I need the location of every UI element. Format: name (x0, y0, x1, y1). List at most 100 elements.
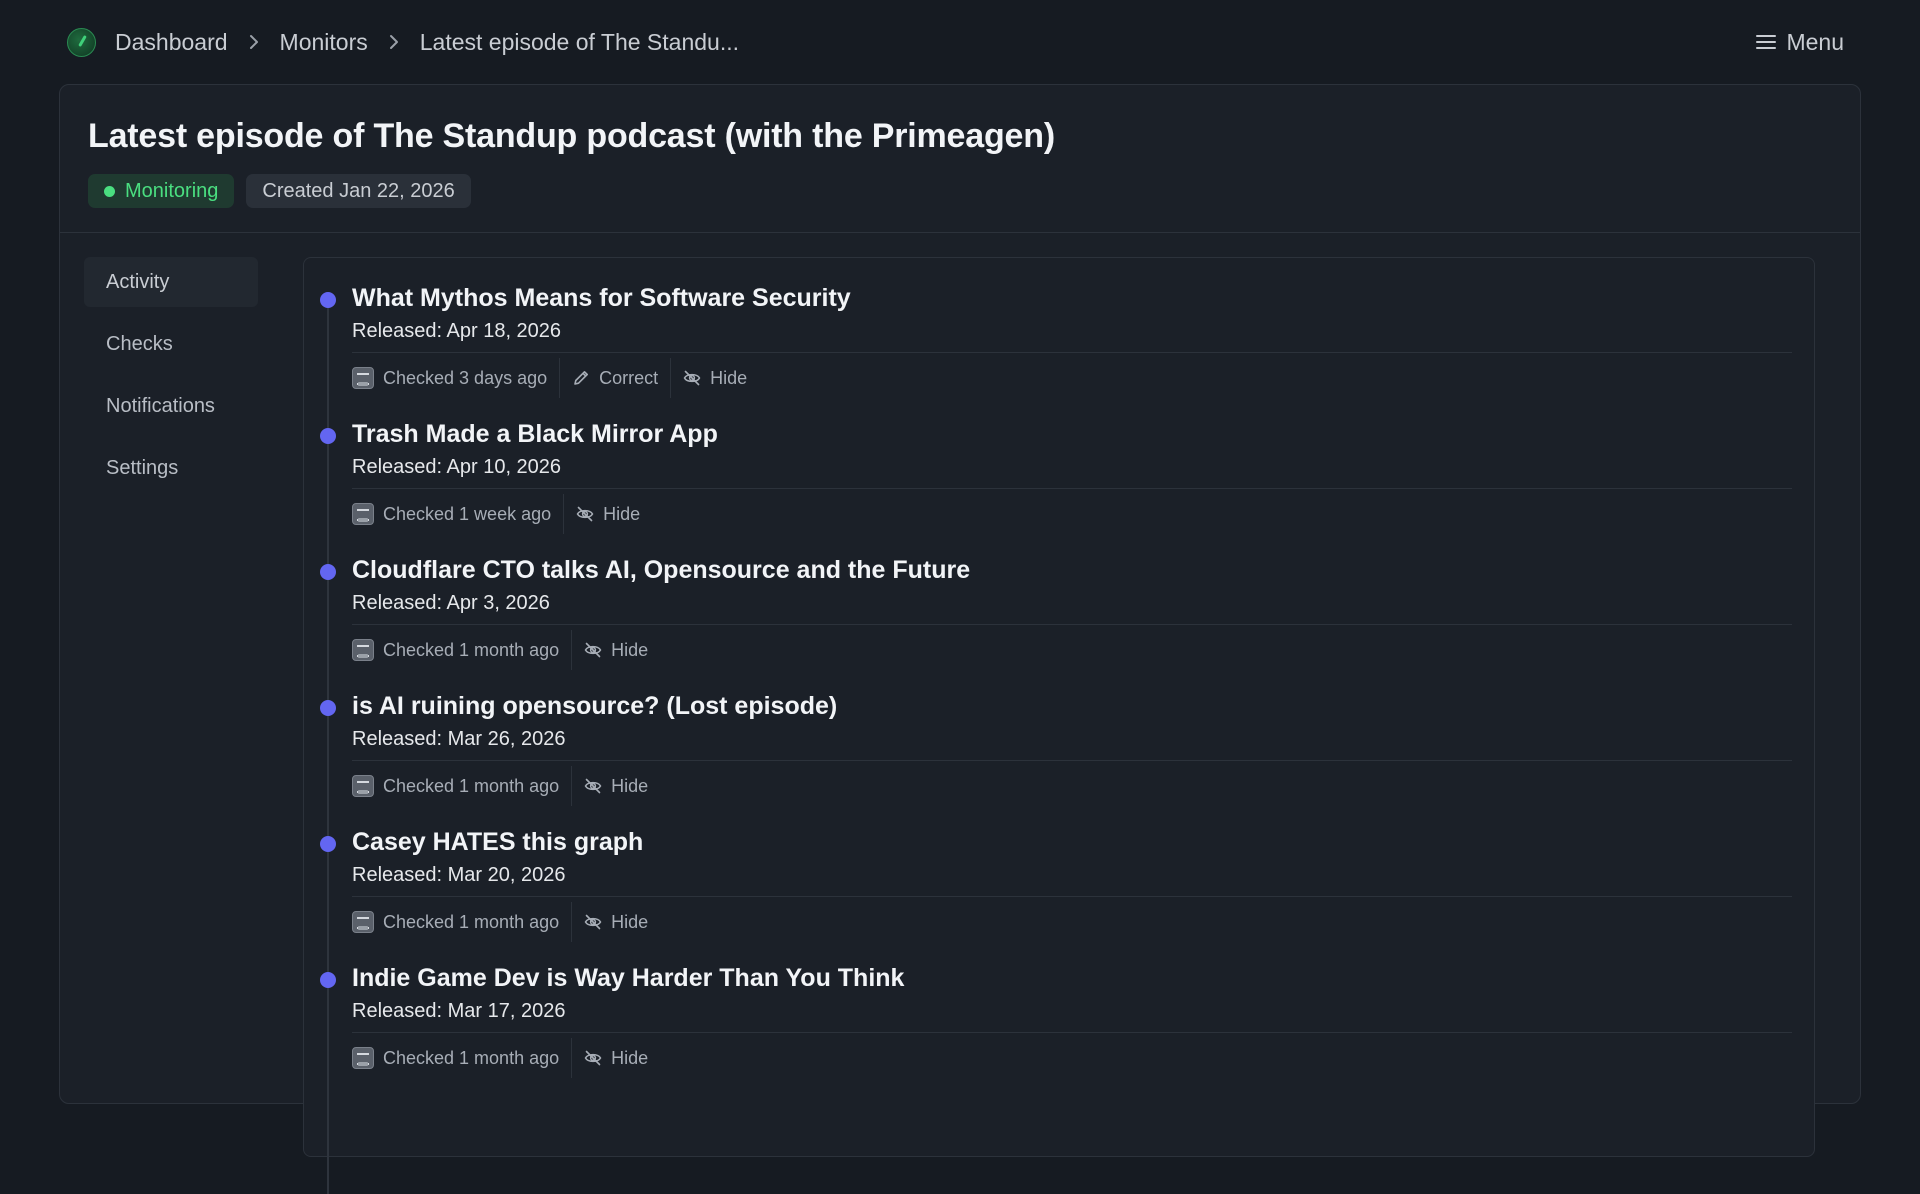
entry-title: Cloudflare CTO talks AI, Opensource and … (352, 556, 971, 584)
eye-off-icon (683, 370, 701, 386)
checked-label: Checked 1 month ago (383, 775, 560, 796)
entry-meta: Checked 1 week ago Hide (352, 494, 652, 534)
entry-title: Trash Made a Black Mirror App (352, 420, 718, 448)
correct-button[interactable]: Correct (559, 358, 670, 398)
entry-release-date: Released: Apr 10, 2026 (352, 456, 562, 478)
entry-title: What Mythos Means for Software Security (352, 284, 851, 312)
correct-label: Correct (599, 367, 659, 388)
top-bar: Dashboard Monitors Latest episode of The… (0, 0, 1920, 84)
activity-entry: is AI ruining opensource? (Lost episode)… (304, 666, 1816, 806)
eye-off-icon (584, 914, 602, 930)
divider (352, 624, 1792, 625)
monitor-header: Latest episode of The Standup podcast (w… (60, 85, 1860, 233)
page-title: Latest episode of The Standup podcast (w… (88, 117, 1055, 155)
hide-button[interactable]: Hide (571, 630, 660, 670)
timeline-dot-icon (320, 292, 336, 308)
activity-entry: Trash Made a Black Mirror App Released: … (304, 394, 1816, 534)
checked-info: Checked 1 week ago (352, 494, 563, 534)
sidebar-item-checks[interactable]: Checks (84, 319, 258, 369)
entry-meta: Checked 3 days ago Correct Hide (352, 358, 759, 398)
chevron-right-icon (368, 34, 420, 50)
entry-title: is AI ruining opensource? (Lost episode) (352, 692, 838, 720)
entry-meta: Checked 1 month ago Hide (352, 630, 660, 670)
entry-title: Indie Game Dev is Way Harder Than You Th… (352, 964, 905, 992)
breadcrumb: Dashboard Monitors Latest episode of The… (115, 26, 739, 58)
robot-icon (352, 775, 374, 797)
activity-entry: What Mythos Means for Software Security … (304, 258, 1816, 398)
divider (352, 352, 1792, 353)
entry-release-date: Released: Apr 3, 2026 (352, 592, 550, 614)
hamburger-icon (1756, 34, 1777, 50)
hide-button[interactable]: Hide (563, 494, 652, 534)
pencil-icon (574, 371, 589, 385)
robot-icon (352, 911, 374, 933)
hide-label: Hide (710, 367, 748, 388)
status-dot-icon (104, 185, 115, 197)
checked-info: Checked 1 month ago (352, 630, 571, 670)
robot-icon (352, 1047, 374, 1069)
activity-panel: What Mythos Means for Software Security … (303, 257, 1816, 1194)
activity-entry: Indie Game Dev is Way Harder Than You Th… (304, 938, 1816, 1078)
chevron-right-icon (228, 34, 280, 50)
hide-label: Hide (611, 1047, 649, 1068)
checked-info: Checked 1 month ago (352, 1038, 571, 1078)
divider (352, 488, 1792, 489)
monitor-card: Latest episode of The Standup podcast (w… (59, 84, 1861, 1194)
eye-off-icon (584, 778, 602, 794)
eye-off-icon (584, 642, 602, 658)
entry-release-date: Released: Mar 26, 2026 (352, 728, 566, 750)
breadcrumb-monitors[interactable]: Monitors (280, 29, 368, 56)
divider (352, 760, 1792, 761)
app-logo[interactable] (67, 28, 96, 57)
hide-button[interactable]: Hide (571, 1038, 660, 1078)
checked-info: Checked 1 month ago (352, 766, 571, 806)
timeline-dot-icon (320, 564, 336, 580)
divider (352, 896, 1792, 897)
entry-meta: Checked 1 month ago Hide (352, 766, 660, 806)
timeline-dot-icon (320, 700, 336, 716)
hide-button[interactable]: Hide (670, 358, 759, 398)
divider (352, 1032, 1792, 1033)
eye-off-icon (584, 1050, 602, 1066)
hide-label: Hide (603, 503, 641, 524)
hide-label: Hide (611, 775, 649, 796)
timeline-dot-icon (320, 972, 336, 988)
entry-title: Casey HATES this graph (352, 828, 644, 856)
eye-off-icon (576, 506, 594, 522)
timeline-dot-icon (320, 428, 336, 444)
hide-button[interactable]: Hide (571, 902, 660, 942)
entry-release-date: Released: Mar 17, 2026 (352, 1000, 566, 1022)
sidebar-item-notifications[interactable]: Notifications (84, 381, 258, 431)
menu-label: Menu (1786, 28, 1844, 55)
sidebar: Activity Checks Notifications Settings (84, 257, 258, 505)
badge-row: Monitoring Created Jan 22, 2026 (88, 174, 1832, 208)
breadcrumb-dashboard[interactable]: Dashboard (115, 29, 228, 56)
hide-button[interactable]: Hide (571, 766, 660, 806)
entry-release-date: Released: Apr 18, 2026 (352, 320, 562, 342)
checked-label: Checked 1 week ago (383, 503, 552, 524)
checked-label: Checked 3 days ago (383, 367, 548, 388)
entry-meta: Checked 1 month ago Hide (352, 1038, 660, 1078)
hide-label: Hide (611, 639, 649, 660)
timeline-dot-icon (320, 836, 336, 852)
checked-label: Checked 1 month ago (383, 911, 560, 932)
hide-label: Hide (611, 911, 649, 932)
checked-label: Checked 1 month ago (383, 639, 560, 660)
checked-info: Checked 3 days ago (352, 358, 559, 398)
sidebar-item-activity[interactable]: Activity (84, 257, 258, 307)
checked-info: Checked 1 month ago (352, 902, 571, 942)
entry-meta: Checked 1 month ago Hide (352, 902, 660, 942)
robot-icon (352, 639, 374, 661)
robot-icon (352, 367, 374, 389)
breadcrumb-current[interactable]: Latest episode of The Standu... (420, 29, 739, 56)
status-label: Monitoring (125, 179, 219, 202)
robot-icon (352, 503, 374, 525)
activity-entry: Casey HATES this graph Released: Mar 20,… (304, 802, 1816, 942)
activity-entry: Cloudflare CTO talks AI, Opensource and … (304, 530, 1816, 670)
menu-button[interactable]: Menu (1756, 26, 1844, 58)
sidebar-item-settings[interactable]: Settings (84, 443, 258, 493)
checked-label: Checked 1 month ago (383, 1047, 560, 1068)
status-badge: Monitoring (88, 174, 235, 208)
created-badge: Created Jan 22, 2026 (246, 174, 471, 208)
entry-release-date: Released: Mar 20, 2026 (352, 864, 566, 886)
